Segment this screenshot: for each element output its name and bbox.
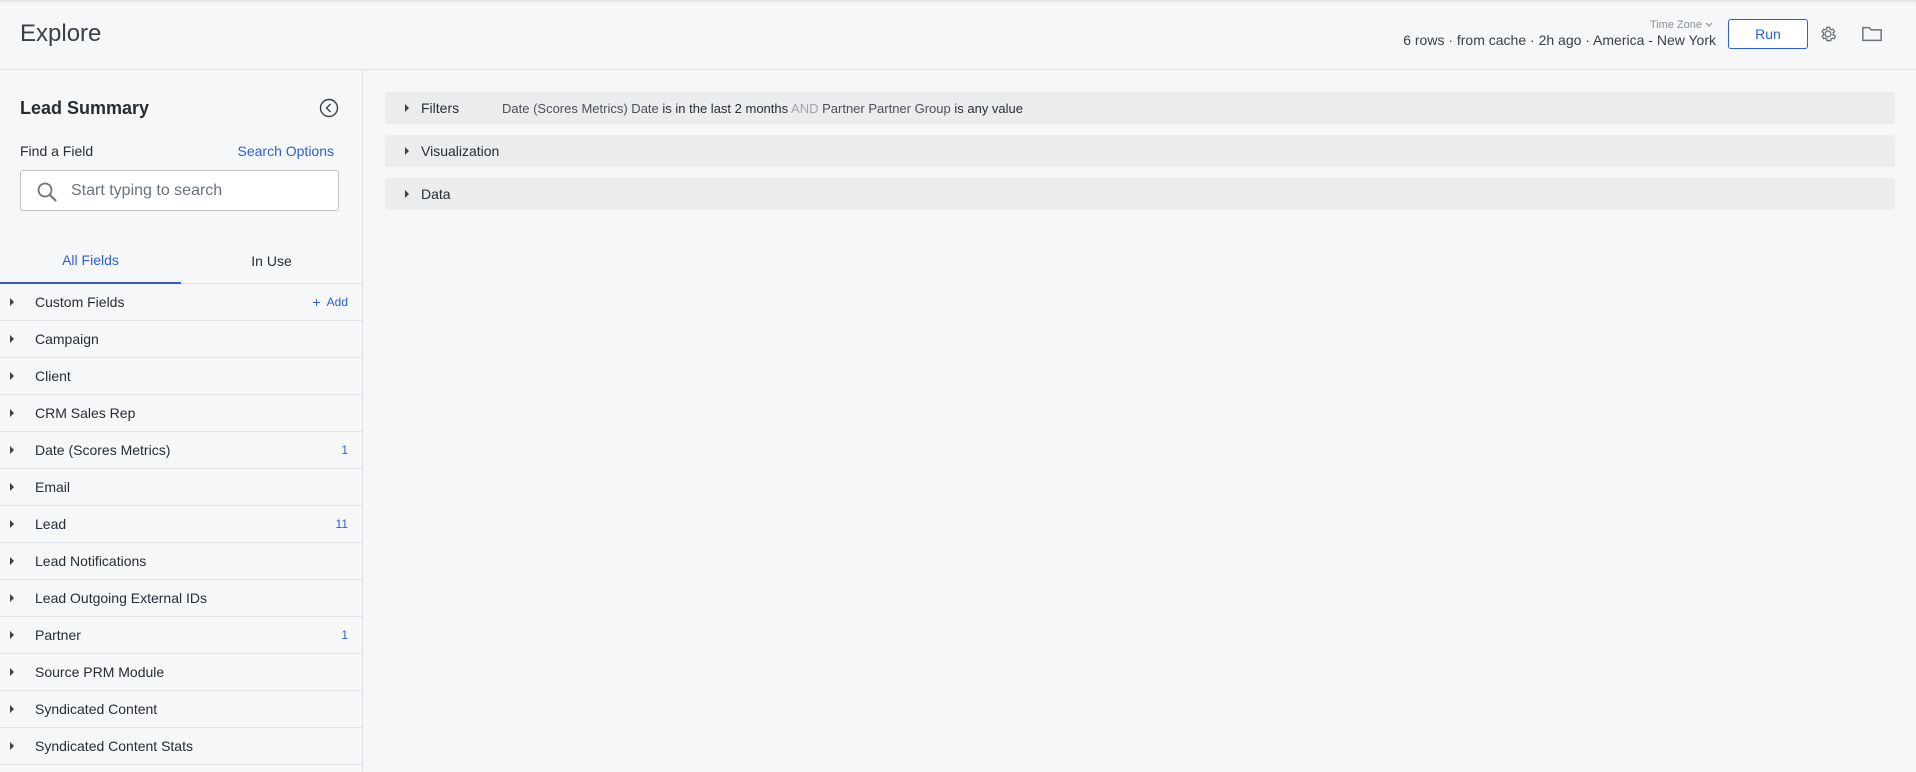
caret-right-icon	[405, 147, 409, 155]
field-list: Custom Fields + Add Campaign Client CRM …	[0, 284, 362, 765]
explore-name: Lead Summary	[20, 98, 150, 118]
caret-right-icon	[10, 298, 14, 306]
field-group-crm-sales-rep[interactable]: CRM Sales Rep	[0, 395, 362, 432]
tab-all-fields[interactable]: All Fields	[0, 238, 181, 284]
caret-right-icon	[405, 104, 409, 112]
in-use-count-badge: 1	[341, 628, 348, 642]
field-group-label: Lead Notifications	[35, 553, 147, 569]
field-group-lead-outgoing-external-ids[interactable]: Lead Outgoing External IDs	[0, 580, 362, 617]
field-group-syndicated-content[interactable]: Syndicated Content	[0, 691, 362, 728]
add-custom-field-button[interactable]: + Add	[312, 295, 348, 309]
field-group-label: Client	[35, 368, 71, 384]
collapse-sidebar-icon[interactable]	[318, 97, 340, 119]
field-search-input[interactable]	[71, 171, 331, 210]
search-options-link[interactable]: Search Options	[238, 143, 335, 159]
search-icon	[36, 181, 58, 203]
field-group-partner[interactable]: Partner 1	[0, 617, 362, 654]
plus-icon: +	[312, 294, 321, 310]
caret-right-icon	[10, 409, 14, 417]
field-group-label: Syndicated Content	[35, 701, 158, 717]
caret-right-icon	[10, 372, 14, 380]
filter-joiner: AND	[791, 100, 819, 116]
tab-in-use[interactable]: In Use	[181, 238, 362, 284]
caret-right-icon	[405, 190, 409, 198]
filter-condition: is any value	[954, 100, 1024, 116]
field-picker-sidebar: Lead Summary Find a Field Search Options…	[0, 70, 363, 772]
field-group-campaign[interactable]: Campaign	[0, 321, 362, 358]
find-field-label: Find a Field	[20, 143, 94, 159]
filter-summary: Date (Scores Metrics) Date is in the las…	[502, 101, 1023, 116]
add-label: Add	[326, 295, 348, 309]
field-group-label: Custom Fields	[35, 294, 125, 310]
caret-right-icon	[10, 483, 14, 491]
in-use-count-badge: 11	[335, 517, 348, 531]
filter-condition: is in the last 2 months	[662, 100, 789, 116]
field-search-box	[20, 170, 339, 211]
field-group-label: Source PRM Module	[35, 664, 165, 680]
field-group-syndicated-content-stats[interactable]: Syndicated Content Stats	[0, 728, 362, 765]
field-tabs: All Fields In Use	[0, 238, 362, 284]
field-group-date-scores-metrics[interactable]: Date (Scores Metrics) 1	[0, 432, 362, 469]
gear-icon[interactable]	[1816, 22, 1840, 46]
caret-right-icon	[10, 335, 14, 343]
field-group-label: Partner	[35, 627, 81, 643]
run-button[interactable]: Run	[1728, 19, 1808, 49]
timezone-dropdown[interactable]: Time Zone	[1650, 19, 1713, 31]
field-group-lead[interactable]: Lead 11	[0, 506, 362, 543]
filters-section[interactable]: Filters Date (Scores Metrics) Date is in…	[385, 92, 1895, 124]
field-group-label: Lead	[35, 516, 67, 532]
main-panel: Filters Date (Scores Metrics) Date is in…	[363, 70, 1916, 772]
page-title: Explore	[20, 20, 102, 47]
field-group-label: Lead Outgoing External IDs	[35, 590, 207, 606]
data-section[interactable]: Data	[385, 178, 1895, 210]
filter-field: Date (Scores Metrics) Date	[502, 100, 659, 116]
top-bar: Explore Time Zone 6 rows · from cache · …	[0, 0, 1916, 70]
folder-icon[interactable]	[1860, 22, 1884, 46]
filter-field: Partner Partner Group	[822, 100, 951, 116]
caret-right-icon	[10, 594, 14, 602]
field-group-custom-fields[interactable]: Custom Fields + Add	[0, 284, 362, 321]
caret-right-icon	[10, 557, 14, 565]
field-group-email[interactable]: Email	[0, 469, 362, 506]
visualization-section[interactable]: Visualization	[385, 135, 1895, 167]
section-label: Filters	[421, 100, 460, 116]
field-group-label: Campaign	[35, 331, 99, 347]
field-group-label: Syndicated Content Stats	[35, 738, 193, 754]
field-group-label: CRM Sales Rep	[35, 405, 136, 421]
chevron-down-icon	[1705, 20, 1713, 30]
section-label: Visualization	[421, 143, 500, 159]
field-group-lead-notifications[interactable]: Lead Notifications	[0, 543, 362, 580]
caret-right-icon	[10, 446, 14, 454]
in-use-count-badge: 1	[341, 443, 348, 457]
field-group-label: Email	[35, 479, 71, 495]
field-group-source-prm-module[interactable]: Source PRM Module	[0, 654, 362, 691]
field-group-client[interactable]: Client	[0, 358, 362, 395]
query-status: 6 rows · from cache · 2h ago · America -…	[1403, 32, 1716, 48]
timezone-label: Time Zone	[1649, 19, 1702, 31]
section-label: Data	[421, 186, 451, 202]
caret-right-icon	[10, 668, 14, 676]
field-group-label: Date (Scores Metrics)	[35, 442, 171, 458]
caret-right-icon	[10, 631, 14, 639]
caret-right-icon	[10, 742, 14, 750]
caret-right-icon	[10, 520, 14, 528]
caret-right-icon	[10, 705, 14, 713]
